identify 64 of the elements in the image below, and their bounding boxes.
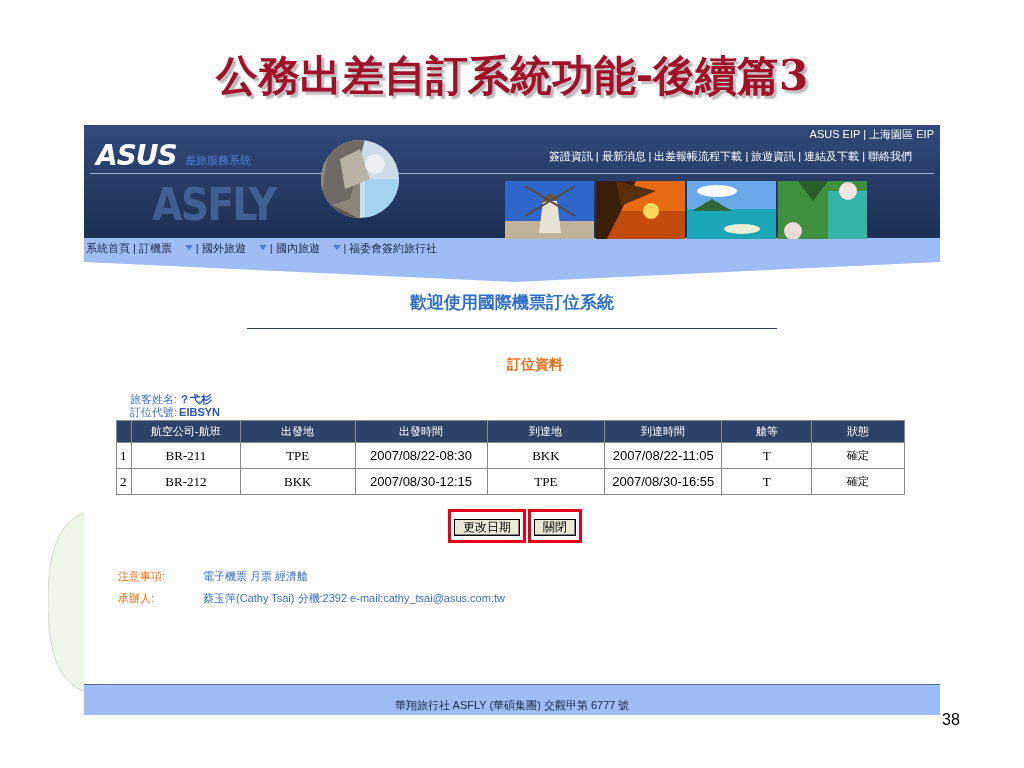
header-link[interactable]: 連結及下載 — [804, 147, 860, 165]
header-link[interactable]: 上海園區 EIP — [869, 127, 934, 141]
column-header — [116, 420, 132, 443]
field-label: 訂位代號: — [130, 406, 178, 419]
table-cell: 1 — [116, 442, 132, 469]
nav-separator: | — [133, 240, 136, 256]
column-header: 航空公司-航班 — [131, 420, 241, 443]
field-value: 蔡玉萍(Cathy Tsai) 分機:2392 e-mail:cathy_tsai@asus.com.tw — [203, 591, 505, 606]
table-cell: 2 — [116, 468, 132, 495]
column-header: 出發地 — [240, 420, 356, 443]
action-button[interactable]: 關閉 — [534, 519, 576, 536]
nav-item[interactable]: 訂機票 — [138, 239, 172, 257]
header-link[interactable]: 聯絡我們 — [868, 147, 912, 165]
table-cell: T — [721, 468, 812, 495]
table-cell: 確定 — [811, 468, 905, 495]
table-cell: BR-212 — [131, 468, 241, 495]
table-cell: 2007/08/30-12:15 — [355, 468, 487, 495]
table-cell: BKK — [487, 442, 605, 469]
link-separator: | — [595, 148, 599, 164]
table-cell: BKK — [240, 468, 356, 495]
action-button[interactable]: 更改日期 — [454, 519, 520, 536]
nav-item[interactable]: 系統首頁 — [86, 239, 130, 257]
table-cell: 確定 — [811, 442, 905, 469]
nav-item[interactable]: 國外旅遊 — [201, 239, 246, 257]
table-cell: 2007/08/22-11:05 — [604, 442, 722, 469]
column-header: 出發時間 — [355, 420, 487, 443]
nav-item[interactable]: 福委會簽約旅行社 — [349, 239, 438, 257]
table-cell: TPE — [240, 442, 356, 469]
header-link[interactable]: 最新消息 — [601, 147, 646, 165]
section-heading: 訂位資料 — [506, 355, 564, 373]
link-separator: | — [745, 148, 749, 164]
nav-separator: | — [269, 240, 273, 256]
field-label: 旅客姓名: — [130, 393, 178, 406]
column-header: 到達時間 — [604, 420, 722, 443]
field-value: 電子機票 月票 經濟艙 — [203, 569, 309, 584]
table-cell: BR-211 — [131, 442, 241, 469]
link-separator: | — [862, 148, 865, 164]
link-separator: | — [798, 148, 802, 164]
footer-text: 華翔旅行社 ASFLY (華碩集團) 交觀甲第 6777 號 — [84, 684, 940, 715]
table-cell: T — [721, 442, 812, 469]
table-cell: 2007/08/22-08:30 — [355, 442, 487, 469]
header-link[interactable]: ASUS EIP — [809, 127, 861, 141]
field-value: ？弋杉 — [179, 393, 213, 406]
nav-separator: | — [195, 240, 199, 256]
column-header: 狀態 — [811, 420, 905, 443]
header-link[interactable]: 簽證資訊 — [548, 147, 593, 165]
nav-separator: | — [343, 240, 347, 256]
page-number: 38 — [942, 710, 960, 730]
table-cell: TPE — [487, 468, 605, 495]
table-cell: 2007/08/30-16:55 — [604, 468, 722, 495]
field-label: 承辦人: — [118, 591, 156, 606]
nav-item[interactable]: 國內旅遊 — [275, 239, 320, 257]
site-subtitle: 差旅服務系統 — [184, 152, 251, 168]
page-heading: 歡迎使用國際機票訂位系統 — [409, 292, 615, 314]
column-header: 到達地 — [487, 420, 605, 443]
field-value: EIBSYN — [179, 406, 221, 419]
header-link[interactable]: 出差報帳流程下載 — [654, 147, 743, 165]
link-separator: | — [863, 127, 867, 141]
logo: ASUS — [96, 141, 177, 171]
column-header: 艙等 — [721, 420, 812, 443]
link-separator: | — [648, 148, 652, 164]
slide-title: 公務出差自訂系統功能-後續篇3 — [214, 50, 810, 102]
header-link[interactable]: 旅遊資訊 — [751, 147, 796, 165]
field-label: 注意事項: — [118, 569, 167, 584]
